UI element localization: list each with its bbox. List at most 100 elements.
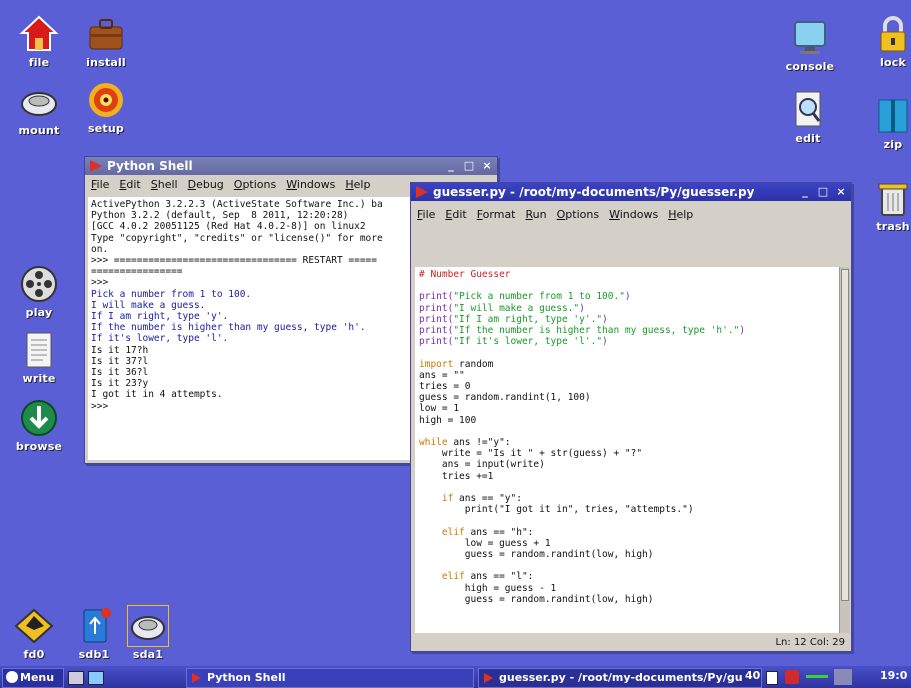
code-line: low = guess + 1: [419, 537, 551, 549]
menu-shell[interactable]: Shell: [151, 175, 178, 195]
home-icon: [19, 14, 59, 54]
padlock-icon: [873, 14, 911, 54]
clock: 19:0: [880, 669, 908, 682]
code-editor[interactable]: # Number Guesser print("Pick a number fr…: [415, 267, 839, 633]
hard-drive-icon: [127, 605, 169, 647]
menu-help[interactable]: Help: [345, 175, 370, 195]
python-shell-titlebar[interactable]: Python Shell _ □ ×: [85, 157, 497, 175]
volume-level[interactable]: 40: [745, 669, 760, 682]
window-title: Python Shell: [107, 159, 193, 173]
start-menu-label: Menu: [20, 671, 55, 684]
code-line: elif ans == "l":: [419, 571, 534, 583]
menu-windows[interactable]: Windows: [609, 205, 658, 225]
code-line: print("I got it in", tries, "attempts."): [419, 504, 694, 516]
desktop-icon-label: write: [22, 372, 56, 385]
film-reel-icon: [19, 264, 59, 304]
desktop-icon-edit[interactable]: edit: [770, 90, 846, 145]
menu-file[interactable]: File: [91, 175, 109, 195]
code-line: while ans !="y":: [419, 437, 511, 449]
desktop-icon-label: mount: [18, 124, 60, 137]
menu-help[interactable]: Help: [668, 205, 693, 225]
close-icon[interactable]: ×: [481, 160, 493, 172]
minimize-icon[interactable]: _: [445, 160, 457, 172]
code-line: print("I will make a guess."): [419, 302, 585, 314]
code-line: guess = random.randint(1, 100): [419, 392, 591, 404]
code-line: guess = random.randint(low, high): [419, 549, 654, 561]
task-label: guesser.py - /root/my-documents/Py/gu: [499, 671, 743, 684]
code-line: low = 1: [419, 403, 460, 415]
menu-debug[interactable]: Debug: [188, 175, 224, 195]
menu-file[interactable]: File: [417, 205, 435, 225]
maximize-icon[interactable]: □: [817, 186, 829, 198]
cpu-meter-icon[interactable]: [806, 675, 828, 678]
desktop-icon-lock[interactable]: lock: [855, 14, 911, 69]
window-logo-icon: [416, 186, 428, 198]
menu-windows[interactable]: Windows: [286, 175, 335, 195]
battery-icon[interactable]: [766, 671, 778, 685]
code-line: elif ans == "h":: [419, 526, 534, 538]
desktop-icon-install[interactable]: install: [68, 14, 144, 69]
menu-edit[interactable]: Edit: [445, 205, 466, 225]
quicklaunch-terminal-icon[interactable]: [68, 671, 84, 685]
code-line: write = "Is it " + str(guess) + "?": [419, 448, 643, 460]
code-line: # Number Guesser: [419, 269, 511, 280]
menu-options[interactable]: Options: [557, 205, 599, 225]
code-line: high = guess - 1: [419, 582, 557, 594]
menu-run[interactable]: Run: [526, 205, 547, 225]
code-line: if ans == "y":: [419, 493, 522, 505]
code-line: print("Pick a number from 1 to 100."): [419, 291, 631, 303]
start-menu-button[interactable]: Menu: [2, 668, 64, 688]
code-line: guess = random.randint(low, high): [419, 593, 654, 605]
document-icon: [19, 330, 59, 370]
archive-icon: [873, 96, 911, 136]
trash-can-icon: [873, 178, 911, 218]
task-logo-icon: [192, 673, 201, 683]
desktop-icon-label: trash: [876, 220, 910, 233]
cursor-position: Ln: 12 Col: 29: [775, 637, 845, 648]
desktop-icon-write[interactable]: write: [1, 330, 77, 385]
desktop-icon-browse[interactable]: browse: [1, 398, 77, 453]
editor-window[interactable]: guesser.py - /root/my-documents/Py/guess…: [410, 182, 852, 652]
window-logo-icon: [90, 160, 102, 172]
network-icon[interactable]: [785, 670, 799, 684]
desktop-icon-label: play: [25, 306, 53, 319]
desktop-icon-sda1[interactable]: sda1: [110, 605, 186, 661]
globe-icon: [19, 398, 59, 438]
tray-panel-icon[interactable]: [834, 669, 852, 685]
puppy-icon: [6, 671, 18, 683]
magnifier-document-icon: [788, 90, 828, 130]
desktop-icon-label: browse: [15, 440, 63, 453]
task-label: Python Shell: [207, 671, 286, 684]
briefcase-icon: [86, 14, 126, 54]
desktop-icon-mount[interactable]: mount: [1, 82, 77, 137]
desktop-icon-file[interactable]: file: [1, 14, 77, 69]
menu-options[interactable]: Options: [234, 175, 276, 195]
desktop-icon-label: console: [785, 60, 835, 73]
task-logo-icon: [484, 673, 493, 683]
desktop-icon-label: sda1: [132, 648, 164, 661]
code-line: ans = "": [419, 369, 465, 381]
menu-format[interactable]: Format: [477, 205, 516, 225]
window-title: guesser.py - /root/my-documents/Py/guess…: [433, 185, 755, 199]
desktop-icon-setup[interactable]: setup: [68, 80, 144, 135]
editor-status-bar: Ln: 12 Col: 29: [411, 635, 851, 651]
menu-edit[interactable]: Edit: [119, 175, 140, 195]
task-python-shell[interactable]: Python Shell: [186, 668, 474, 688]
minimize-icon[interactable]: _: [799, 186, 811, 198]
quicklaunch-show-desktop-icon[interactable]: [88, 671, 104, 685]
desktop-icon-play[interactable]: play: [1, 264, 77, 319]
desktop-icon-trash[interactable]: trash: [855, 178, 911, 233]
maximize-icon[interactable]: □: [463, 160, 475, 172]
desktop-icon-zip[interactable]: zip: [855, 96, 911, 151]
editor-titlebar[interactable]: guesser.py - /root/my-documents/Py/guess…: [411, 183, 851, 201]
code-line: tries = 0: [419, 381, 471, 393]
task-guesser-editor[interactable]: guesser.py - /root/my-documents/Py/gu: [478, 668, 762, 688]
desktop-icon-console[interactable]: console: [772, 18, 848, 73]
close-icon[interactable]: ×: [835, 186, 847, 198]
scrollbar-thumb[interactable]: [841, 269, 849, 601]
editor-scrollbar[interactable]: [839, 267, 850, 633]
